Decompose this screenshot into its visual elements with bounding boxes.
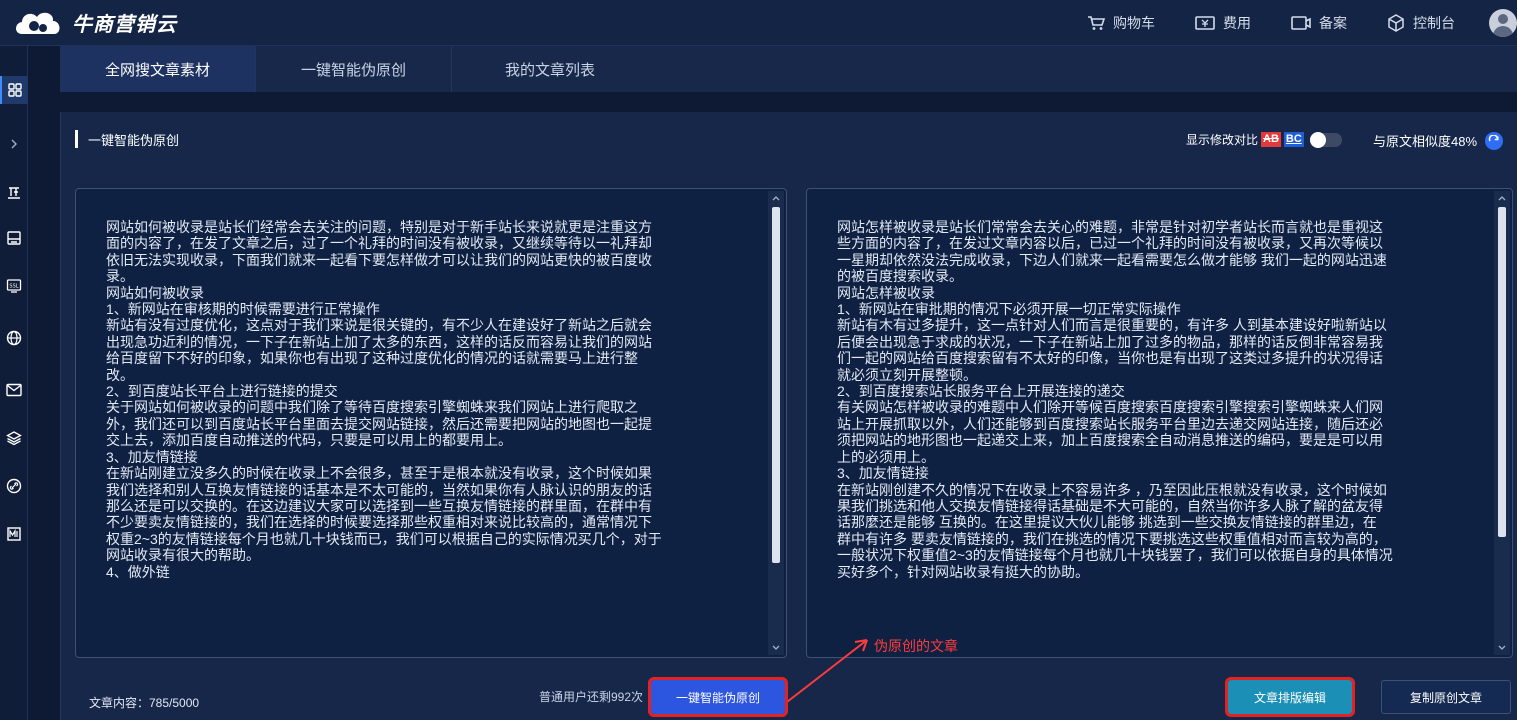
scroll-up-icon[interactable] <box>1494 191 1510 205</box>
card-title-text: 一键智能伪原创 <box>88 132 180 148</box>
sidebar: SSL <box>0 46 28 720</box>
brand[interactable]: 牛商营销云 <box>12 6 177 40</box>
original-text[interactable]: 网站如何被收录是站长们经常会去关注的问题，特别是对于新手站长来说就更是注重这方 … <box>106 219 746 649</box>
nav-console-label: 控制台 <box>1413 15 1455 31</box>
scroll-thumb[interactable] <box>1498 207 1506 537</box>
avatar[interactable] <box>1489 9 1517 37</box>
content-count: 文章内容：785/5000 <box>89 696 200 710</box>
original-scrollbar[interactable] <box>768 191 784 655</box>
rewritten-text[interactable]: 网站怎样被收录是站长们常常会去关心的难题，非常是针对初学者站长而言就也是重视这 … <box>837 219 1472 649</box>
top-nav: 购物车 费用 备案 控制台 <box>1087 0 1517 46</box>
tab-my-articles[interactable]: 我的文章列表 <box>452 46 648 92</box>
annotation-label: 伪原创的文章 <box>874 638 958 654</box>
server-icon[interactable] <box>0 224 28 252</box>
title-accent-bar <box>75 130 78 148</box>
rewrite-card: 一键智能伪原创 显示修改对比 AB BC 与原文相似度48% 网站如何被收录是站… <box>60 112 1517 720</box>
diff-toggle[interactable]: 显示修改对比 AB BC <box>1186 131 1342 148</box>
fee-icon <box>1195 16 1215 30</box>
diff-badge-added: BC <box>1283 132 1304 147</box>
refresh-icon[interactable] <box>1485 131 1504 150</box>
cloud-logo-icon <box>16 12 60 34</box>
diff-badge-removed: AB <box>1261 132 1281 147</box>
scroll-up-icon[interactable] <box>768 191 784 205</box>
rewritten-text-panel[interactable]: 网站怎样被收录是站长们常常会去关心的难题，非常是针对初学者站长而言就也是重视这 … <box>806 188 1513 658</box>
svg-text:SSL: SSL <box>9 284 18 290</box>
diff-label: 显示修改对比 <box>1186 133 1259 147</box>
cart-icon <box>1088 16 1105 30</box>
apps-grid-icon[interactable] <box>0 76 28 104</box>
card-title: 一键智能伪原创 <box>75 128 179 150</box>
ssl-icon[interactable]: SSL <box>0 272 28 300</box>
tab-search-articles[interactable]: 全网搜文章素材 <box>60 46 256 92</box>
similarity-indicator: 与原文相似度48% <box>1373 131 1504 150</box>
layout-edit-button[interactable]: 文章排版编辑 <box>1225 677 1355 717</box>
console-icon <box>1388 14 1404 32</box>
scroll-down-icon[interactable] <box>1494 641 1510 655</box>
mail-icon[interactable] <box>0 376 28 404</box>
top-bar: 牛商营销云 购物车 费用 备案 控制台 <box>0 0 1517 46</box>
tab-bar: 全网搜文章素材 一键智能伪原创 我的文章列表 <box>60 46 1517 92</box>
nav-filing[interactable]: 备案 <box>1291 13 1347 33</box>
link-icon[interactable] <box>0 472 28 500</box>
nav-filing-label: 备案 <box>1319 15 1347 31</box>
nav-fee[interactable]: 费用 <box>1195 13 1251 33</box>
similarity-label: 与原文相似度48% <box>1373 134 1478 149</box>
smart-rewrite-button[interactable]: 一键智能伪原创 <box>648 677 788 717</box>
globe-icon[interactable] <box>0 324 28 352</box>
layers-icon[interactable] <box>0 424 28 452</box>
scroll-thumb[interactable] <box>772 207 780 563</box>
nav-cart-label: 购物车 <box>1113 15 1155 31</box>
nav-console[interactable]: 控制台 <box>1387 13 1455 33</box>
nav-cart[interactable]: 购物车 <box>1087 13 1155 33</box>
filing-icon <box>1291 16 1311 30</box>
copy-article-button[interactable]: 复制原创文章 <box>1381 680 1511 714</box>
remaining-uses: 普通用户还剩992次 <box>539 690 644 704</box>
annotation-arrow-icon <box>786 639 868 703</box>
analytics-icon[interactable] <box>0 178 28 206</box>
brand-name: 牛商营销云 <box>72 14 177 36</box>
monitor-chart-icon[interactable] <box>0 520 28 548</box>
expand-chevron-icon[interactable] <box>0 130 28 158</box>
nav-fee-label: 费用 <box>1223 15 1251 31</box>
original-text-panel[interactable]: 网站如何被收录是站长们经常会去关注的问题，特别是对于新手站长来说就更是注重这方 … <box>75 188 787 658</box>
rewritten-scrollbar[interactable] <box>1494 191 1510 655</box>
diff-switch[interactable] <box>1309 131 1342 148</box>
tab-smart-rewrite[interactable]: 一键智能伪原创 <box>256 46 452 92</box>
